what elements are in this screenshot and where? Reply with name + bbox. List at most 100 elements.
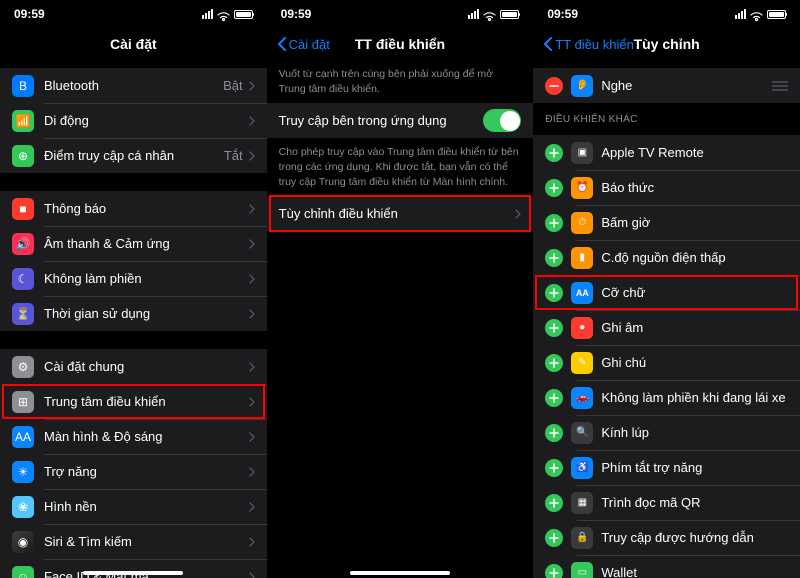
settings-row[interactable]: ☀ Trợ năng: [0, 454, 267, 489]
more-control-row[interactable]: ⏱ Bấm giờ: [533, 205, 800, 240]
chevron-icon: [249, 116, 255, 126]
add-button[interactable]: [545, 529, 563, 547]
i-acc-icon: ☀: [12, 461, 34, 483]
more-control-row[interactable]: AA Cỡ chữ: [533, 275, 800, 310]
included-control-row[interactable]: 👂 Nghe: [533, 68, 800, 103]
row-value: Bật: [223, 78, 243, 93]
control-label: Wallet: [601, 565, 788, 578]
control-label: Nghe: [601, 78, 772, 93]
i-lp-icon: ▮: [571, 247, 593, 269]
more-control-row[interactable]: ✎ Ghi chú: [533, 345, 800, 380]
more-control-row[interactable]: ▭ Wallet: [533, 555, 800, 578]
status-time: 09:59: [281, 7, 312, 21]
add-button[interactable]: [545, 144, 563, 162]
settings-row[interactable]: B Bluetooth Bật: [0, 68, 267, 103]
i-notes-icon: ✎: [571, 352, 593, 374]
status-bar: 09:59: [267, 0, 534, 28]
remove-button[interactable]: [545, 77, 563, 95]
add-button[interactable]: [545, 389, 563, 407]
add-button[interactable]: [545, 424, 563, 442]
home-indicator[interactable]: [83, 571, 183, 575]
group-more-controls: ▣ Apple TV Remote ⏰ Báo thức ⏱ Bấm giờ ▮…: [533, 135, 800, 578]
i-alarm-icon: ⏰: [571, 177, 593, 199]
chevron-icon: [249, 432, 255, 442]
drag-handle-icon[interactable]: [772, 81, 788, 91]
more-control-row[interactable]: ♿ Phím tắt trợ năng: [533, 450, 800, 485]
wifi-icon: [483, 10, 496, 19]
add-button[interactable]: [545, 284, 563, 302]
settings-row[interactable]: ⊞ Trung tâm điều khiển: [0, 384, 267, 419]
chevron-icon: [515, 209, 521, 219]
add-button[interactable]: [545, 494, 563, 512]
i-cc-icon: ⊞: [12, 391, 34, 413]
control-center-screen: 09:59 Cài đặt TT điều khiển Vuốt từ cạnh…: [267, 0, 534, 578]
more-control-row[interactable]: ▣ Apple TV Remote: [533, 135, 800, 170]
i-qr-icon: ▦: [571, 492, 593, 514]
chevron-icon: [249, 362, 255, 372]
i-cell-icon: 📶: [12, 110, 34, 132]
add-button[interactable]: [545, 214, 563, 232]
row-customize-controls[interactable]: Tùy chỉnh điều khiển: [267, 196, 534, 231]
row-label: Điểm truy cập cá nhân: [44, 148, 224, 163]
settings-row[interactable]: AA Màn hình & Độ sáng: [0, 419, 267, 454]
back-button[interactable]: Cài đặt: [277, 37, 330, 52]
settings-row[interactable]: ⊕ Điểm truy cập cá nhân Tắt: [0, 138, 267, 173]
i-siri-icon: ◉: [12, 531, 34, 553]
group-access: Truy cập bên trong ứng dụng: [267, 103, 534, 138]
wifi-icon: [217, 10, 230, 19]
more-control-row[interactable]: ● Ghi âm: [533, 310, 800, 345]
chevron-icon: [249, 204, 255, 214]
row-label: Màn hình & Độ sáng: [44, 429, 249, 444]
chevron-icon: [249, 397, 255, 407]
more-control-row[interactable]: ▦ Trình đọc mã QR: [533, 485, 800, 520]
add-button[interactable]: [545, 179, 563, 197]
control-label: Không làm phiền khi đang lái xe: [601, 390, 788, 405]
add-button[interactable]: [545, 249, 563, 267]
settings-row[interactable]: ◉ Siri & Tìm kiếm: [0, 524, 267, 559]
settings-row[interactable]: ⏳ Thời gian sử dụng: [0, 296, 267, 331]
more-control-row[interactable]: ▮ C.độ nguồn điện thấp: [533, 240, 800, 275]
row-access-within-apps[interactable]: Truy cập bên trong ứng dụng: [267, 103, 534, 138]
control-label: Trình đọc mã QR: [601, 495, 788, 510]
i-timer-icon: ⏱: [571, 212, 593, 234]
settings-row[interactable]: 🔊 Âm thanh & Cảm ứng: [0, 226, 267, 261]
i-noti-icon: ■: [12, 198, 34, 220]
settings-row[interactable]: ❀ Hình nền: [0, 489, 267, 524]
row-label: Tùy chỉnh điều khiển: [279, 206, 516, 221]
i-face-icon: ☺: [12, 566, 34, 578]
i-car-icon: 🚗: [571, 387, 593, 409]
chevron-icon: [249, 81, 255, 91]
group-customize: Tùy chỉnh điều khiển: [267, 196, 534, 231]
i-hear-icon: 👂: [571, 75, 593, 97]
battery-icon: [234, 10, 253, 19]
toggle-access-within-apps[interactable]: [483, 109, 521, 132]
add-button[interactable]: [545, 319, 563, 337]
group-connectivity: B Bluetooth Bật 📶 Di động ⊕ Điểm truy cậ…: [0, 68, 267, 173]
home-indicator[interactable]: [350, 571, 450, 575]
settings-row[interactable]: 📶 Di động: [0, 103, 267, 138]
row-label: Di động: [44, 113, 249, 128]
signal-icon: [468, 9, 479, 19]
i-guide-icon: 🔒: [571, 527, 593, 549]
add-button[interactable]: [545, 354, 563, 372]
signal-icon: [202, 9, 213, 19]
chevron-icon: [249, 239, 255, 249]
back-button[interactable]: TT điều khiển: [543, 37, 634, 52]
settings-row[interactable]: ☾ Không làm phiền: [0, 261, 267, 296]
row-label: Âm thanh & Cảm ứng: [44, 236, 249, 251]
more-control-row[interactable]: ⏰ Báo thức: [533, 170, 800, 205]
more-control-row[interactable]: 🔍 Kính lúp: [533, 415, 800, 450]
group-included: 👂 Nghe: [533, 68, 800, 103]
nav-bar: Cài đặt TT điều khiển: [267, 28, 534, 60]
control-label: Truy cập được hướng dẫn: [601, 530, 788, 545]
add-button[interactable]: [545, 564, 563, 578]
settings-row[interactable]: ☺ Face ID & Mật mã: [0, 559, 267, 578]
add-button[interactable]: [545, 459, 563, 477]
more-control-row[interactable]: 🚗 Không làm phiền khi đang lái xe: [533, 380, 800, 415]
control-label: Ghi âm: [601, 320, 788, 335]
more-control-row[interactable]: 🔒 Truy cập được hướng dẫn: [533, 520, 800, 555]
settings-row[interactable]: ■ Thông báo: [0, 191, 267, 226]
row-label: Không làm phiền: [44, 271, 249, 286]
i-atv-icon: ▣: [571, 142, 593, 164]
settings-row[interactable]: ⚙ Cài đặt chung: [0, 349, 267, 384]
